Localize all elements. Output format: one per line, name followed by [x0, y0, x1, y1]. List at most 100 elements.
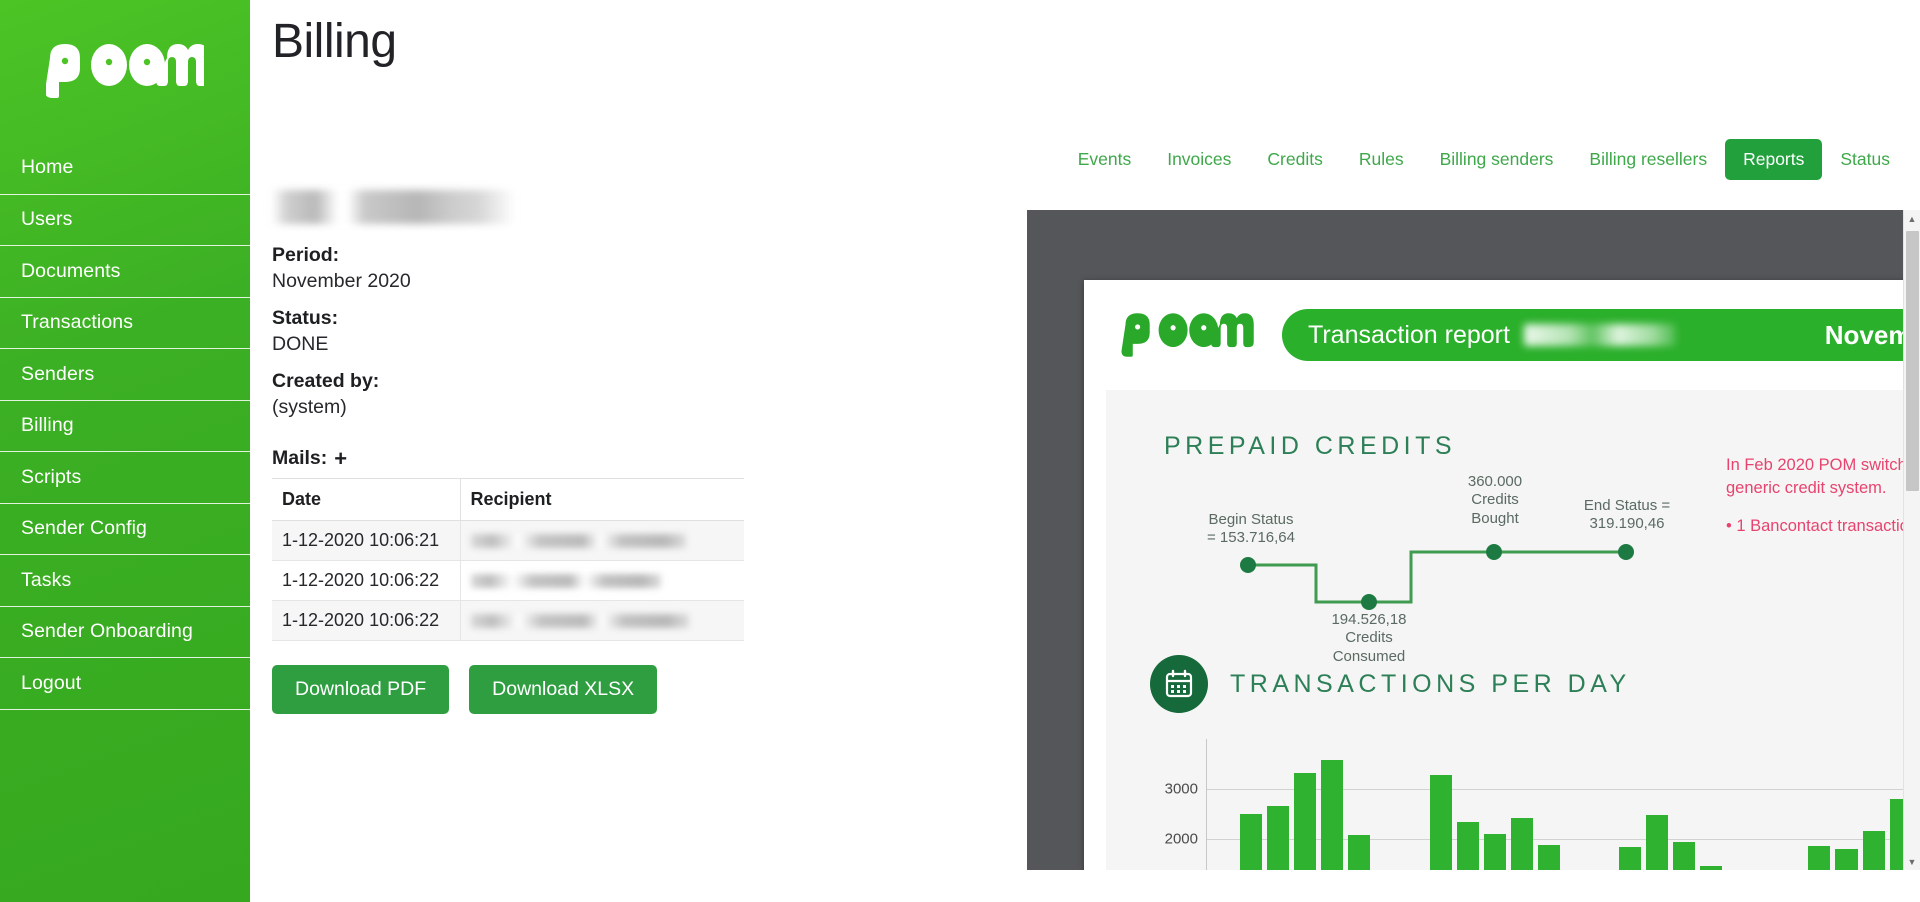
calendar-icon: [1150, 655, 1208, 713]
mails-table-head: Date Recipient: [272, 478, 744, 521]
sidebar-item-label: Senders: [21, 362, 95, 385]
download-pdf-button[interactable]: Download PDF: [272, 665, 450, 714]
scrollbar-track[interactable]: [1904, 227, 1920, 853]
sidebar-item-documents[interactable]: Documents: [0, 245, 250, 297]
transactions-section-title: TRANSACTIONS PER DAY: [1230, 669, 1631, 698]
recipient-redacted: [470, 533, 686, 548]
prepaid-credits-section: PREPAID CREDITS Begin Status = 153.716,6…: [1106, 410, 1920, 665]
pdf-body: PREPAID CREDITS Begin Status = 153.716,6…: [1106, 390, 1920, 870]
sidebar-item-scripts[interactable]: Scripts: [0, 451, 250, 503]
bar-9: [1429, 775, 1452, 870]
bar-series: [1207, 739, 1920, 870]
bar-chart-plot-area: [1206, 739, 1920, 870]
pdf-page: Transaction report November 2020 PREPAID…: [1084, 280, 1920, 870]
banner-prefix: Transaction report: [1308, 320, 1510, 349]
sidebar-filler: [0, 708, 250, 902]
sidebar-logo[interactable]: [0, 0, 250, 142]
created-by-value: (system): [272, 396, 347, 418]
bar-16: [1618, 847, 1641, 870]
tab-events[interactable]: Events: [1060, 139, 1150, 180]
bar-chart-y-axis: 0 1000 2000 3000: [1160, 739, 1204, 870]
sidebar-item-tasks[interactable]: Tasks: [0, 554, 250, 606]
period-label: Period:: [272, 244, 340, 266]
bought-line1: 360.000: [1467, 473, 1523, 490]
cell-recipient: [460, 560, 744, 601]
bar-19: [1700, 865, 1723, 870]
sidebar-item-billing[interactable]: Billing: [0, 399, 250, 452]
bar-25: [1862, 831, 1885, 870]
mails-table-body: 1-12-2020 10:06:21 1-12-2020 10:06:22 1-…: [272, 520, 744, 641]
transactions-per-day-bar-chart: 0 1000 2000 3000: [1160, 739, 1920, 870]
sidebar-nav: Home Users Documents Transactions Sender…: [0, 142, 250, 709]
sidebar-item-label: Users: [21, 208, 73, 231]
status-label: Status:: [272, 307, 339, 329]
banner-customer-redacted: [1523, 324, 1676, 346]
note-bullet: • 1 Bancontact transaction = 3 credits: [1726, 516, 1920, 535]
sidebar-item-label: Logout: [21, 671, 82, 694]
credits-bought-label: 360.000 Credits Bought: [1436, 473, 1554, 528]
tab-reports[interactable]: Reports: [1725, 139, 1823, 180]
sidebar-item-sender-config[interactable]: Sender Config: [0, 502, 250, 555]
bar-5: [1321, 760, 1344, 870]
pdf-header: Transaction report November 2020: [1084, 280, 1920, 390]
cell-recipient: [460, 600, 744, 641]
column-header-recipient: Recipient: [460, 478, 744, 521]
scroll-down-arrow-icon[interactable]: ▼: [1903, 853, 1920, 870]
scroll-up-arrow-icon[interactable]: ▲: [1903, 210, 1920, 227]
pdf-viewer-scrollbar[interactable]: ▲ ▼: [1903, 210, 1920, 870]
recipient-redacted: [470, 573, 661, 588]
table-row[interactable]: 1-12-2020 10:06:22: [272, 560, 744, 601]
prepaid-credits-step-chart: Begin Status = 153.716,64 194.526,18 Cre…: [1186, 473, 1746, 665]
bar-11: [1483, 833, 1506, 870]
sidebar-item-logout[interactable]: Logout: [0, 657, 250, 709]
transactions-per-day-section: TRANSACTIONS PER DAY: [1106, 627, 1920, 713]
tab-rules[interactable]: Rules: [1341, 139, 1422, 180]
pdf-pom-logo-icon: [1121, 313, 1254, 357]
bought-line3: Bought: [1471, 509, 1519, 527]
tab-status[interactable]: Status: [1822, 139, 1908, 180]
bar-4: [1294, 772, 1317, 870]
sidebar-item-home[interactable]: Home: [0, 142, 250, 194]
column-header-date: Date: [272, 478, 461, 521]
sidebar-item-label: Transactions: [21, 311, 134, 334]
scrollbar-thumb[interactable]: [1905, 231, 1919, 491]
table-row[interactable]: 1-12-2020 10:06:21: [272, 520, 744, 561]
sidebar-item-label: Billing: [21, 414, 74, 437]
sidebar-item-label: Tasks: [21, 568, 72, 591]
cell-date: 1-12-2020 10:06:21: [272, 520, 461, 561]
sidebar-item-transactions[interactable]: Transactions: [0, 296, 250, 349]
cell-recipient: [460, 520, 744, 561]
add-mail-plus-icon[interactable]: +: [334, 447, 347, 470]
sidebar-item-senders[interactable]: Senders: [0, 348, 250, 400]
sidebar-item-label: Home: [21, 156, 74, 179]
mails-table-header-row: Date Recipient: [272, 478, 744, 521]
sidebar-item-label: Sender Config: [21, 517, 147, 540]
step-point-end: [1618, 544, 1634, 560]
mails-label: Mails:: [272, 447, 328, 469]
consumed-line3: Consumed: [1332, 647, 1406, 665]
sidebar-item-sender-onboarding[interactable]: Sender Onboarding: [0, 605, 250, 658]
bar-10: [1456, 822, 1479, 870]
calendar-glyph-icon: [1165, 669, 1193, 698]
note-line1: In Feb 2020 POM switched to a: [1726, 456, 1920, 474]
sidebar-item-label: Scripts: [21, 465, 82, 488]
tab-billing-senders[interactable]: Billing senders: [1422, 139, 1572, 180]
created-by-label: Created by:: [272, 370, 380, 392]
tab-invoices[interactable]: Invoices: [1149, 139, 1249, 180]
pom-logo-icon: [46, 44, 204, 98]
download-xlsx-button[interactable]: Download XLSX: [469, 665, 658, 714]
consumed-line2: Credits: [1345, 629, 1393, 647]
tab-credits[interactable]: Credits: [1249, 139, 1340, 180]
credits-consumed-label: 194.526,18 Credits Consumed: [1304, 611, 1434, 666]
table-row[interactable]: 1-12-2020 10:06:22: [272, 600, 744, 641]
sidebar-item-label: Documents: [21, 259, 121, 282]
cell-date: 1-12-2020 10:06:22: [272, 560, 461, 601]
tab-billing-resellers[interactable]: Billing resellers: [1571, 139, 1725, 180]
transaction-report-banner: Transaction report November 2020: [1282, 309, 1920, 361]
sidebar-item-users[interactable]: Users: [0, 193, 250, 246]
bar-3: [1267, 806, 1290, 870]
begin-status-label: Begin Status = 153.716,64: [1186, 511, 1316, 548]
sidebar: Home Users Documents Transactions Sender…: [0, 0, 250, 902]
bar-23: [1808, 845, 1831, 870]
pdf-viewer[interactable]: Transaction report November 2020 PREPAID…: [1027, 210, 1920, 870]
